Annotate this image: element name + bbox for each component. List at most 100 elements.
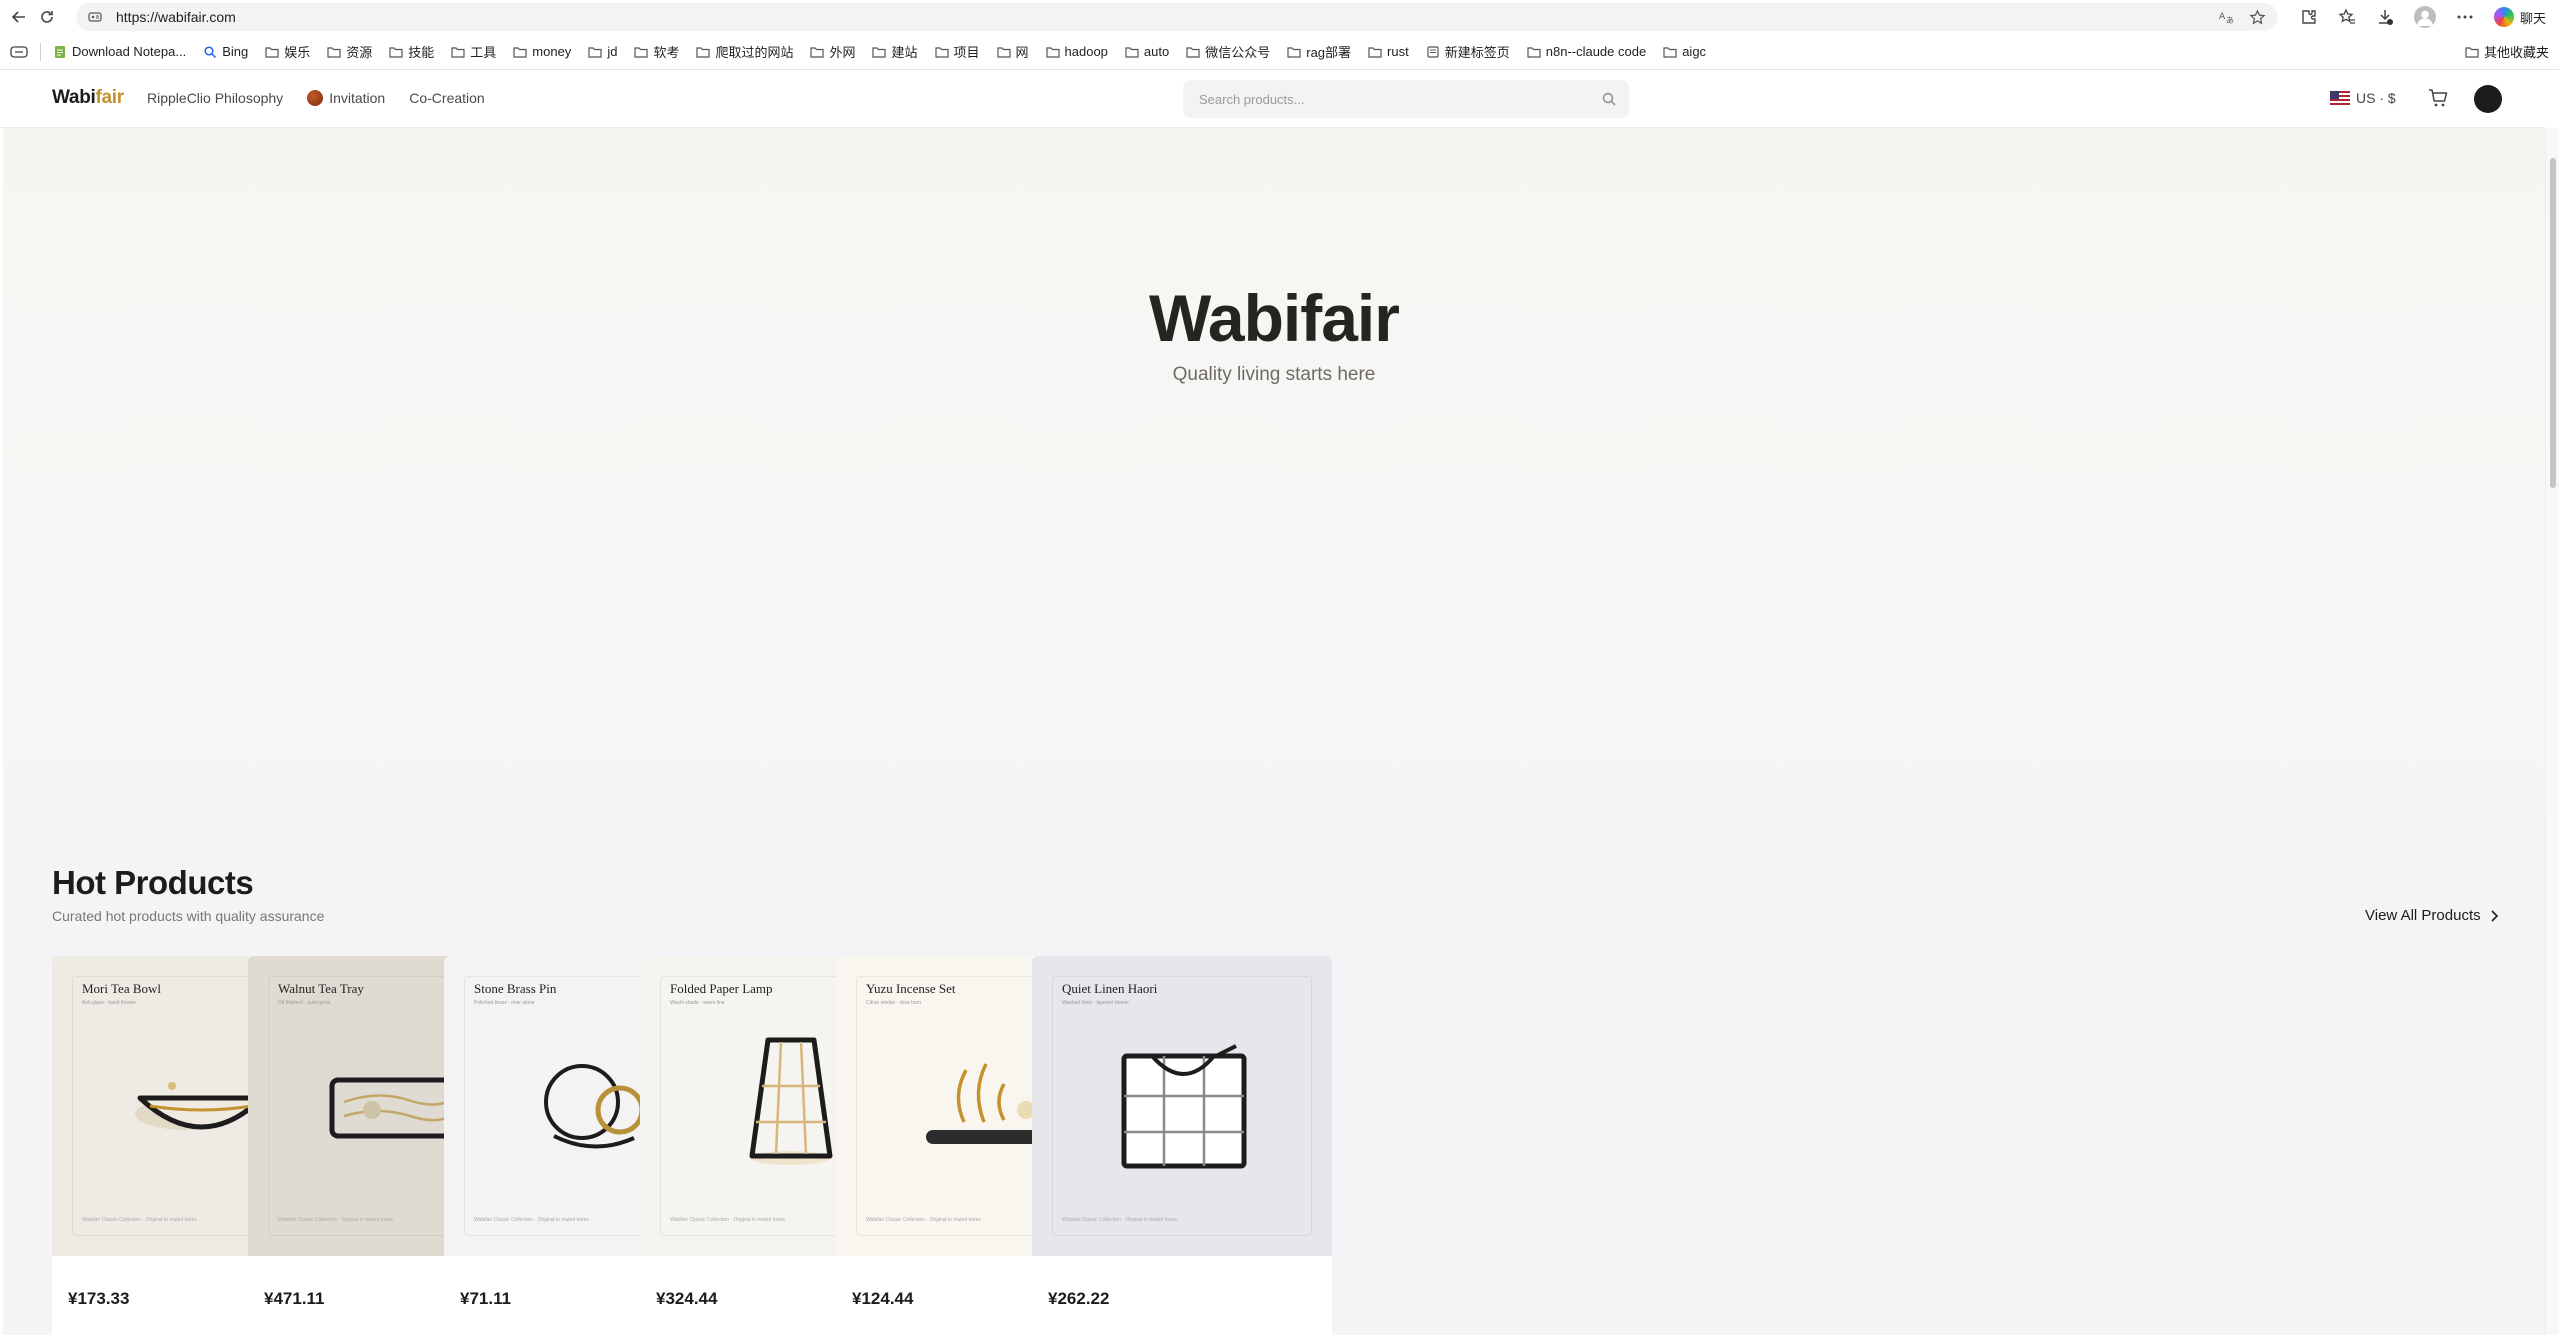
bookmark-item[interactable]: 新建标签页: [1426, 42, 1510, 61]
browser-toolbar: https://wabifair.com Aあ 聊天: [0, 0, 2559, 34]
section-subtitle: Curated hot products with quality assura…: [52, 908, 325, 924]
bookmark-item[interactable]: rag部署: [1287, 42, 1351, 61]
search-icon: [204, 45, 217, 58]
hero-section: Wabifair Quality living starts here: [3, 128, 2545, 816]
address-bar[interactable]: https://wabifair.com Aあ: [76, 3, 2278, 31]
bookmark-label: money: [532, 44, 572, 59]
bookmark-item[interactable]: n8n--claude code: [1527, 44, 1646, 59]
product-card[interactable]: Quiet Linen Haori Washed linen · layered …: [1032, 956, 1332, 1335]
folder-icon: [265, 46, 279, 58]
downloads-icon[interactable]: [2376, 8, 2394, 26]
bookmark-item[interactable]: 网: [996, 42, 1029, 61]
bookmark-item[interactable]: jd: [588, 44, 617, 59]
product-price: ¥71.11: [460, 1289, 512, 1308]
bookmark-item[interactable]: 软考: [634, 42, 679, 61]
product-price: ¥173.33: [68, 1289, 130, 1308]
product-image[interactable]: Quiet Linen Haori Washed linen · layered …: [1032, 956, 1332, 1256]
logo-accent: fair: [95, 87, 124, 108]
bookmark-item[interactable]: Download Notepa...: [53, 44, 186, 59]
folder-icon: [872, 46, 887, 58]
bookmark-separator: [40, 42, 41, 61]
product-name: Folded Paper Lamp: [670, 981, 773, 996]
profile-avatar[interactable]: [2414, 6, 2436, 28]
bookmark-item[interactable]: hadoop: [1045, 44, 1108, 59]
reading-list-icon[interactable]: [10, 45, 28, 59]
search-icon[interactable]: [1601, 91, 1617, 107]
user-icon: [2417, 10, 2433, 26]
bookmark-item[interactable]: aigc: [1663, 44, 1706, 59]
bookmark-label: 建站: [891, 45, 918, 60]
us-flag-icon: [2330, 91, 2350, 105]
bookmark-label: 技能: [408, 45, 435, 60]
product-price: ¥262.22: [1048, 1289, 1110, 1308]
folder-icon: [1287, 46, 1301, 58]
bookmark-label: 微信公众号: [1205, 45, 1271, 60]
bookmark-item[interactable]: 资源: [327, 42, 372, 61]
bookmark-item[interactable]: Bing: [203, 44, 248, 59]
bookmark-item[interactable]: auto: [1125, 44, 1169, 59]
bookmark-item[interactable]: 工具: [451, 42, 496, 61]
nav-invitation[interactable]: Invitation: [307, 90, 385, 106]
search-input[interactable]: [1183, 80, 1629, 118]
search-box: [1183, 80, 1629, 118]
product-price: ¥324.44: [656, 1289, 718, 1308]
favorite-star-icon[interactable]: [2249, 8, 2266, 26]
refresh-button[interactable]: [34, 4, 60, 30]
nav-philosophy[interactable]: RippleClio Philosophy: [147, 90, 283, 106]
other-bookmarks[interactable]: 其他收藏夹: [2465, 42, 2549, 61]
folder-icon: [513, 46, 527, 58]
cart-icon[interactable]: [2427, 87, 2449, 109]
bookmark-item[interactable]: 娱乐: [265, 42, 310, 61]
section-title: Hot Products: [52, 864, 254, 901]
user-avatar[interactable]: [2474, 85, 2502, 113]
extensions-icon[interactable]: [2300, 8, 2318, 26]
more-options-icon[interactable]: [2456, 8, 2474, 26]
url-text[interactable]: https://wabifair.com: [116, 9, 236, 25]
folder-icon: [696, 46, 711, 58]
folder-icon: [1663, 46, 1677, 58]
product-name: Walnut Tea Tray: [278, 981, 364, 996]
bookmark-item[interactable]: 外网: [810, 42, 855, 61]
bookmark-label: rag部署: [1306, 45, 1352, 60]
bookmark-item[interactable]: rust: [1368, 44, 1409, 59]
site-logo[interactable]: Wabifair: [52, 87, 124, 109]
bookmark-label: 资源: [346, 45, 373, 60]
view-all-label: View All Products: [2365, 907, 2481, 924]
bookmark-item[interactable]: money: [513, 44, 571, 59]
site-info-icon[interactable]: [88, 10, 102, 24]
favorites-icon[interactable]: [2338, 8, 2356, 26]
folder-icon: [389, 46, 403, 58]
copilot-chat-button[interactable]: 聊天: [2494, 7, 2546, 27]
view-all-products-link[interactable]: View All Products: [2365, 907, 2499, 924]
page-icon: [1427, 45, 1439, 58]
folder-icon: [996, 46, 1011, 58]
bookmark-item[interactable]: 微信公众号: [1186, 42, 1270, 61]
bookmark-list: Download Notepa... Bing 娱乐 资源 技能 工具 money jd 软考 爬…: [53, 42, 1723, 61]
copilot-icon: [2494, 7, 2514, 27]
bookmark-item[interactable]: 爬取过的网站: [696, 42, 793, 61]
locale-selector[interactable]: US · $: [2330, 90, 2396, 106]
nav-co-creation[interactable]: Co-Creation: [409, 90, 484, 106]
chevron-right-icon: [2491, 909, 2498, 922]
bookmark-label: auto: [1143, 44, 1170, 59]
hero-title: Wabifair: [1149, 281, 1400, 355]
folder-icon: [451, 46, 465, 58]
product-price: ¥124.44: [852, 1289, 914, 1308]
translate-icon[interactable]: Aあ: [2219, 9, 2235, 25]
scrollbar-thumb[interactable]: [2550, 158, 2556, 488]
bookmark-label: n8n--claude code: [1545, 44, 1647, 59]
bookmark-label: 项目: [953, 45, 980, 60]
bookmark-item[interactable]: 技能: [389, 42, 434, 61]
product-name: Yuzu Incense Set: [866, 981, 956, 996]
back-button[interactable]: [6, 4, 32, 30]
bookmark-label: Download Notepa...: [72, 44, 187, 59]
bookmark-item[interactable]: 建站: [872, 42, 918, 61]
folder-icon: [327, 46, 341, 58]
bookmark-label: jd: [607, 44, 618, 59]
folder-icon: [1045, 46, 1060, 58]
invitation-icon: [307, 90, 324, 106]
logo-main: Wabi: [52, 87, 96, 108]
page-scrollbar[interactable]: [2545, 128, 2559, 1335]
product-collection-note: Wabifair Classic Collection · Original i…: [670, 1217, 785, 1223]
bookmark-item[interactable]: 项目: [934, 42, 980, 61]
